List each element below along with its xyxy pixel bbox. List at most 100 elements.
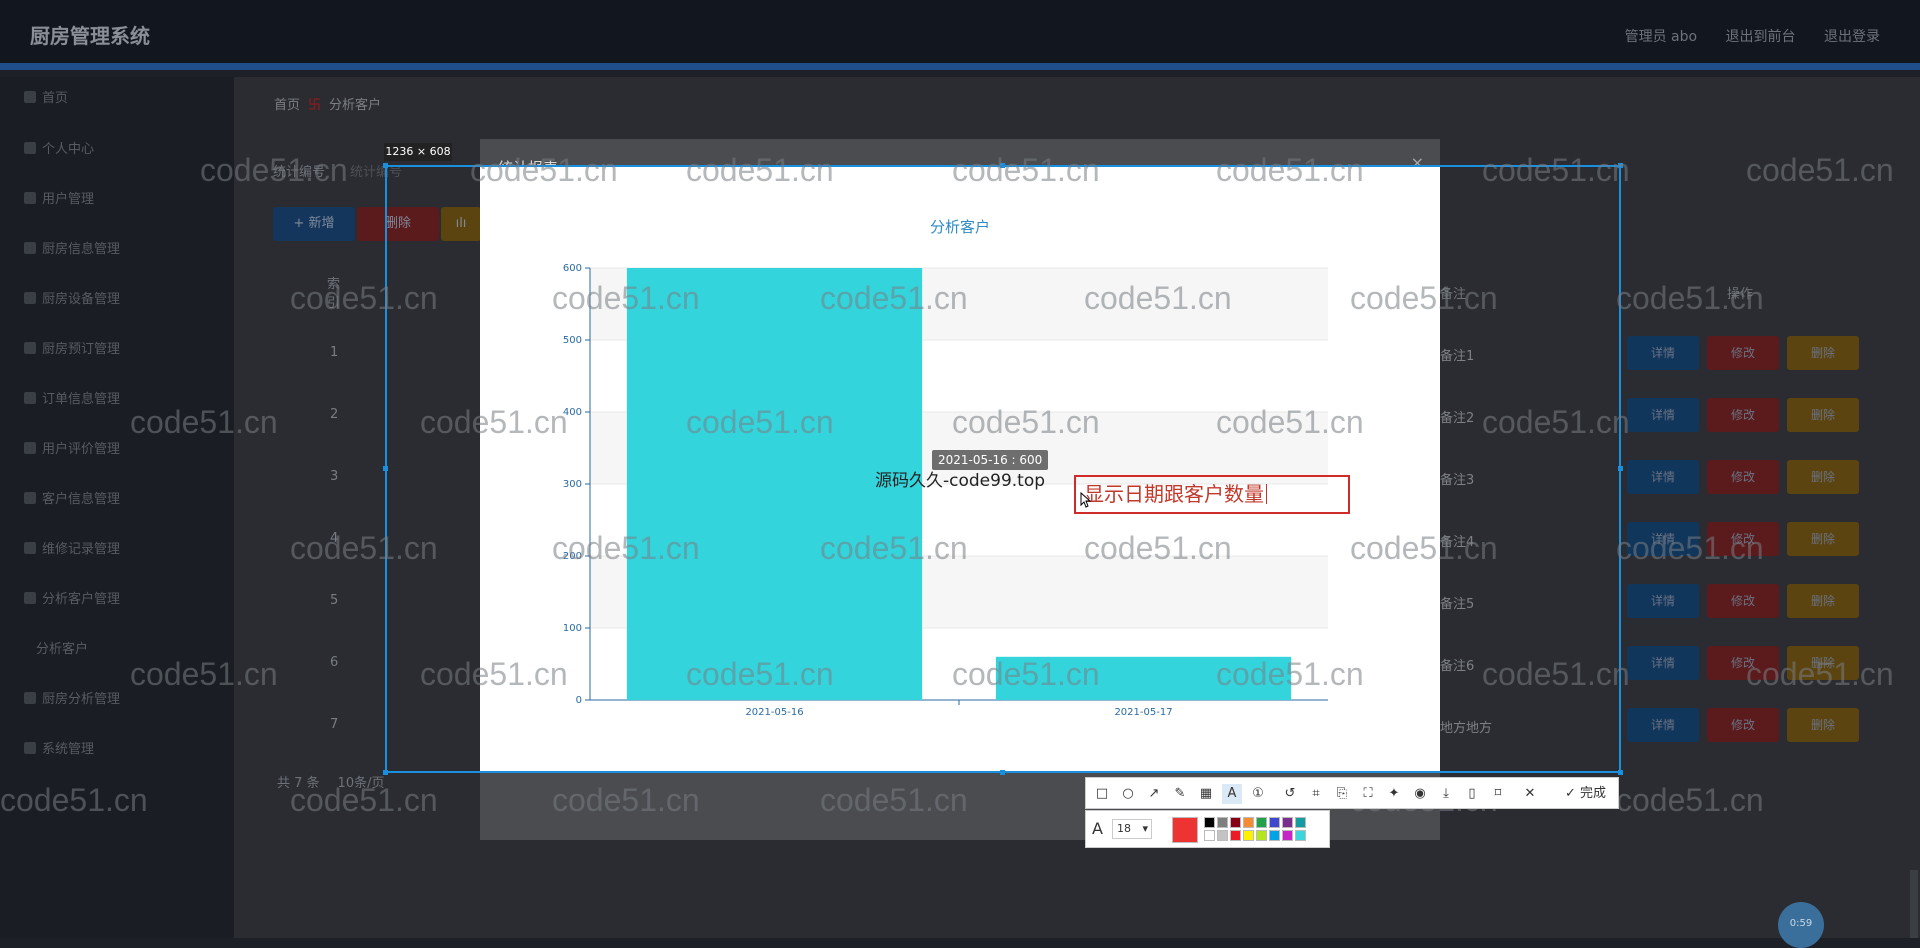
recording-timer[interactable]: 0:59 <box>1778 902 1824 948</box>
resize-handle[interactable] <box>1618 466 1623 471</box>
pen-icon[interactable]: ✎ <box>1170 784 1190 804</box>
screenshot-toolbar: □ ○ ↗ ✎ ▦ A ① ↺ ⌗ ⎘ ⛶ ✦ ◉ ⤓ ▯ ⌑ ✕ ✓ 完成 <box>1085 777 1619 809</box>
annotation-textbox[interactable]: 显示日期跟客户数量 <box>1074 475 1350 514</box>
annotation-textbox-text: 显示日期跟客户数量 <box>1084 482 1264 506</box>
pager-size-select[interactable]: 10条/页 <box>338 776 385 791</box>
sidebar-item-booking[interactable]: 厨房预订管理 <box>24 338 120 357</box>
resize-handle[interactable] <box>1618 770 1623 775</box>
edit-button[interactable]: 修改 <box>1707 460 1779 494</box>
scrollbar[interactable] <box>1910 870 1918 938</box>
breadcrumb-current: 分析客户 <box>329 98 382 113</box>
sidebar-item-home[interactable]: 首页 <box>24 87 68 106</box>
record-icon[interactable]: ◉ <box>1410 784 1430 804</box>
undo-icon[interactable]: ↺ <box>1280 784 1300 804</box>
pin-icon[interactable]: ✦ <box>1384 784 1404 804</box>
detail-button[interactable]: 详情 <box>1627 708 1699 742</box>
settings-icon <box>24 742 36 754</box>
edit-button[interactable]: 修改 <box>1707 584 1779 618</box>
customer-icon <box>24 492 36 504</box>
phone-icon[interactable]: ▯ <box>1462 784 1482 804</box>
color-swatch[interactable] <box>1269 830 1280 841</box>
sidebar-item-profile[interactable]: 个人中心 <box>24 138 94 157</box>
detail-button[interactable]: 详情 <box>1627 584 1699 618</box>
row-delete-button[interactable]: 删除 <box>1787 336 1859 370</box>
col-header-index: 索引 <box>327 277 341 311</box>
sidebar-item-kitchen[interactable]: 厨房信息管理 <box>24 238 120 257</box>
row-number: 1 <box>330 345 339 360</box>
sidebar-item-system[interactable]: 系统管理 <box>24 738 94 757</box>
edit-button[interactable]: 修改 <box>1707 708 1779 742</box>
arrow-icon[interactable]: ↗ <box>1144 784 1164 804</box>
logout-link[interactable]: 退出登录 <box>1824 29 1880 45</box>
sidebar-item-analysis[interactable]: 分析客户管理 <box>24 588 120 607</box>
detail-button[interactable]: 详情 <box>1627 522 1699 556</box>
sidebar-item-repairs[interactable]: 维修记录管理 <box>24 538 120 557</box>
translate-icon[interactable]: ⎘ <box>1332 784 1352 804</box>
row-delete-button[interactable]: 删除 <box>1787 708 1859 742</box>
detail-button[interactable]: 详情 <box>1627 460 1699 494</box>
color-swatch[interactable] <box>1230 830 1241 841</box>
color-swatch[interactable] <box>1243 830 1254 841</box>
resize-handle[interactable] <box>383 163 388 168</box>
serial-number-icon[interactable]: ① <box>1248 784 1268 804</box>
sidebar-item-equipment[interactable]: 厨房设备管理 <box>24 288 120 307</box>
row-delete-button[interactable]: 删除 <box>1787 646 1859 680</box>
detail-button[interactable]: 详情 <box>1627 336 1699 370</box>
rectangle-icon[interactable]: □ <box>1092 784 1112 804</box>
sidebar-item-reviews[interactable]: 用户评价管理 <box>24 438 120 457</box>
color-swatch[interactable] <box>1269 817 1280 828</box>
color-swatch[interactable] <box>1217 830 1228 841</box>
color-swatch[interactable] <box>1282 830 1293 841</box>
current-color-swatch[interactable] <box>1172 817 1198 843</box>
row-delete-button[interactable]: 删除 <box>1787 460 1859 494</box>
color-swatch[interactable] <box>1256 830 1267 841</box>
resize-handle[interactable] <box>383 466 388 471</box>
text-tool-icon[interactable]: A <box>1222 784 1242 804</box>
detail-button[interactable]: 详情 <box>1627 398 1699 432</box>
sidebar-item-label: 首页 <box>42 91 69 106</box>
done-button[interactable]: ✓ 完成 <box>1565 784 1606 804</box>
sidebar-item-orders[interactable]: 订单信息管理 <box>24 388 120 407</box>
sidebar-item-users[interactable]: 用户管理 <box>24 188 94 207</box>
row-number: 6 <box>330 655 339 670</box>
breadcrumb-home[interactable]: 首页 <box>274 98 300 113</box>
resize-handle[interactable] <box>1618 163 1623 168</box>
row-delete-button[interactable]: 删除 <box>1787 398 1859 432</box>
mosaic-icon[interactable]: ▦ <box>1196 784 1216 804</box>
color-swatch[interactable] <box>1217 817 1228 828</box>
sidebar-subitem-analysis[interactable]: 分析客户 <box>36 638 88 657</box>
color-swatch[interactable] <box>1204 830 1215 841</box>
color-swatch[interactable] <box>1230 817 1241 828</box>
long-screenshot-icon[interactable]: ⛶ <box>1358 784 1378 804</box>
font-size-select[interactable]: 18 ▾ <box>1112 819 1152 839</box>
color-swatch[interactable] <box>1295 830 1306 841</box>
row-delete-button[interactable]: 删除 <box>1787 584 1859 618</box>
color-swatch[interactable] <box>1295 817 1306 828</box>
front-link[interactable]: 退出到前台 <box>1726 29 1796 45</box>
color-swatch[interactable] <box>1256 817 1267 828</box>
row-delete-button[interactable]: 删除 <box>1787 522 1859 556</box>
edit-button[interactable]: 修改 <box>1707 336 1779 370</box>
resize-handle[interactable] <box>1000 770 1005 775</box>
ocr-icon[interactable]: ⌗ <box>1306 784 1326 804</box>
color-swatch[interactable] <box>1282 817 1293 828</box>
text-caret <box>1266 484 1267 504</box>
save-icon[interactable]: ⤓ <box>1436 784 1456 804</box>
detail-button[interactable]: 详情 <box>1627 646 1699 680</box>
color-swatch[interactable] <box>1243 817 1254 828</box>
edit-button[interactable]: 修改 <box>1707 646 1779 680</box>
chart-icon <box>24 692 36 704</box>
ellipse-icon[interactable]: ○ <box>1118 784 1138 804</box>
resize-handle[interactable] <box>1000 163 1005 168</box>
sidebar-item-label: 用户管理 <box>42 192 95 207</box>
edit-button[interactable]: 修改 <box>1707 522 1779 556</box>
bookmark-icon[interactable]: ⌑ <box>1488 784 1508 804</box>
pagination: 共 7 条 10条/页 <box>277 772 384 791</box>
sidebar-item-kitchen-analysis[interactable]: 厨房分析管理 <box>24 688 120 707</box>
color-swatch[interactable] <box>1204 817 1215 828</box>
sidebar-item-customers[interactable]: 客户信息管理 <box>24 488 120 507</box>
equipment-icon <box>24 292 36 304</box>
cancel-icon[interactable]: ✕ <box>1520 784 1540 804</box>
resize-handle[interactable] <box>383 770 388 775</box>
edit-button[interactable]: 修改 <box>1707 398 1779 432</box>
